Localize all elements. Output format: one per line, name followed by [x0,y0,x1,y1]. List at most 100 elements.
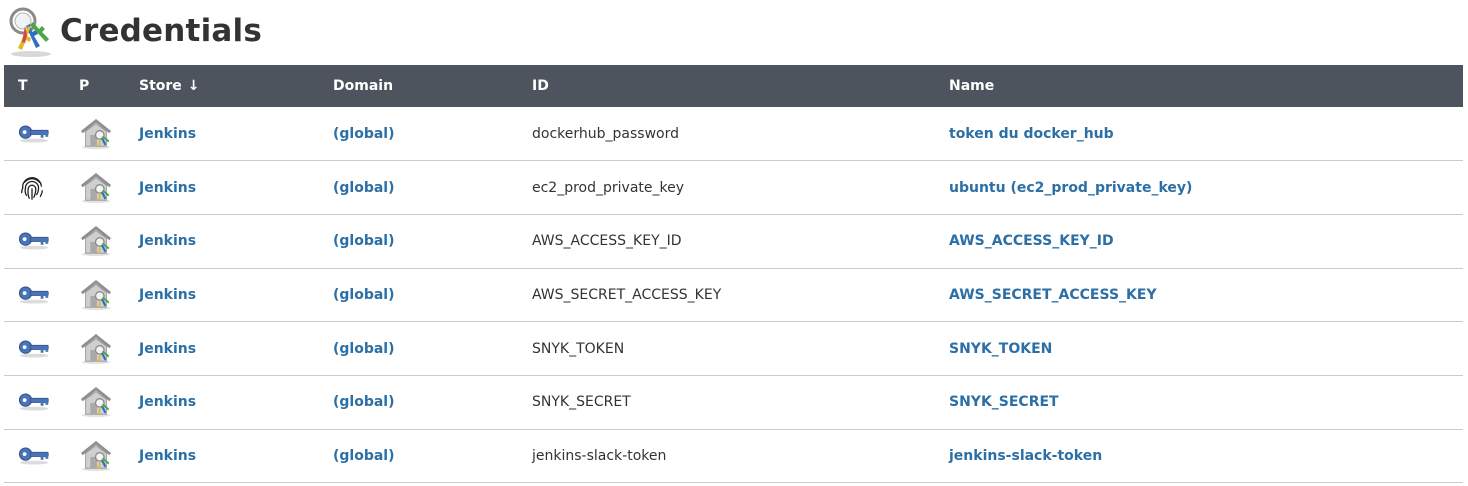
provider-cell [79,268,139,322]
domain-link[interactable]: (global) [333,233,395,249]
credential-name-link[interactable]: ubuntu (ec2_prod_private_key) [949,180,1192,196]
name-cell: ubuntu (ec2_prod_private_key) [949,161,1463,215]
store-link[interactable]: Jenkins [139,448,196,464]
credential-name-link[interactable]: token du docker_hub [949,126,1114,142]
table-row: Jenkins (global) jenkins-slack-token jenkin… [4,429,1463,483]
domain-cell: (global) [333,375,532,429]
provider-cell [79,214,139,268]
id-cell: SNYK_SECRET [532,375,949,429]
jenkins-store-icon [79,332,139,366]
name-cell: jenkins-slack-token [949,429,1463,483]
name-cell: token du docker_hub [949,107,1463,161]
id-cell: SNYK_TOKEN [532,322,949,376]
domain-cell: (global) [333,214,532,268]
type-cell [4,214,79,268]
type-cell [4,161,79,215]
store-cell: Jenkins [139,107,333,161]
key-icon [18,124,79,144]
domain-cell: (global) [333,322,532,376]
domain-cell: (global) [333,107,532,161]
key-icon [18,285,79,305]
store-link[interactable]: Jenkins [139,394,196,410]
id-cell: jenkins-slack-token [532,429,949,483]
credential-id: SNYK_SECRET [532,394,631,411]
jenkins-store-icon [79,278,139,312]
column-header-domain[interactable]: Domain [333,65,532,107]
column-header-store-label: Store [139,78,182,94]
table-row: Jenkins (global) ec2_prod_private_key ubunt… [4,161,1463,215]
type-cell [4,375,79,429]
credential-id: ec2_prod_private_key [532,179,685,196]
store-link[interactable]: Jenkins [139,180,196,196]
type-cell [4,107,79,161]
column-header-store[interactable]: Store ↓ [139,65,333,107]
domain-link[interactable]: (global) [333,448,395,464]
table-row: Jenkins (global) SNYK_TOKEN SNYK_TOKEN [4,322,1463,376]
credential-id: jenkins-slack-token [532,447,667,464]
name-cell: AWS_ACCESS_KEY_ID [949,214,1463,268]
column-header-provider[interactable]: P [79,65,139,107]
id-cell: dockerhub_password [532,107,949,161]
provider-cell [79,429,139,483]
page-title: Credentials [60,13,262,49]
domain-link[interactable]: (global) [333,341,395,357]
column-header-type[interactable]: T [4,65,79,107]
page-header: Credentials [6,0,262,62]
credential-name-link[interactable]: SNYK_SECRET [949,394,1059,410]
column-header-id[interactable]: ID [532,65,949,107]
table-row: Jenkins (global) AWS_SECRET_ACCESS_KEY AWS_… [4,268,1463,322]
credential-id: AWS_SECRET_ACCESS_KEY [532,286,722,303]
credential-name-link[interactable]: AWS_ACCESS_KEY_ID [949,233,1114,249]
name-cell: AWS_SECRET_ACCESS_KEY [949,268,1463,322]
store-link[interactable]: Jenkins [139,287,196,303]
credential-name-link[interactable]: AWS_SECRET_ACCESS_KEY [949,287,1157,303]
table-row: Jenkins (global) dockerhub_password token d… [4,107,1463,161]
jenkins-store-icon [79,439,139,473]
store-link[interactable]: Jenkins [139,126,196,142]
jenkins-store-icon [79,224,139,258]
fingerprint-icon [18,173,79,203]
id-cell: AWS_ACCESS_KEY_ID [532,214,949,268]
store-cell: Jenkins [139,375,333,429]
jenkins-store-icon [79,117,139,151]
key-icon [18,392,79,412]
store-cell: Jenkins [139,268,333,322]
domain-link[interactable]: (global) [333,287,395,303]
table-row: Jenkins (global) SNYK_SECRET SNYK_SECRET [4,375,1463,430]
name-cell: SNYK_TOKEN [949,322,1463,376]
domain-cell: (global) [333,429,532,483]
store-cell: Jenkins [139,429,333,483]
domain-link[interactable]: (global) [333,180,395,196]
domain-cell: (global) [333,268,532,322]
type-cell [4,429,79,483]
name-cell: SNYK_SECRET [949,375,1463,429]
provider-cell [79,322,139,376]
provider-cell [79,375,139,429]
store-link[interactable]: Jenkins [139,233,196,249]
domain-link[interactable]: (global) [333,126,395,142]
store-cell: Jenkins [139,161,333,215]
id-cell: ec2_prod_private_key [532,161,949,215]
store-cell: Jenkins [139,322,333,376]
key-icon [18,231,79,251]
jenkins-store-icon [79,385,139,419]
store-link[interactable]: Jenkins [139,341,196,357]
id-cell: AWS_SECRET_ACCESS_KEY [532,268,949,322]
key-icon [18,446,79,466]
credential-id: SNYK_TOKEN [532,340,625,357]
jenkins-store-icon [79,171,139,205]
key-icon [18,339,79,359]
type-cell [4,268,79,322]
domain-link[interactable]: (global) [333,394,395,410]
table-header-row: T P Store ↓ Domain ID Name [4,65,1463,107]
credentials-table: T P Store ↓ Domain ID Name Jenkins (global… [4,65,1463,483]
store-cell: Jenkins [139,214,333,268]
credential-name-link[interactable]: jenkins-slack-token [949,448,1102,464]
table-row: Jenkins (global) AWS_ACCESS_KEY_ID AWS_ACCE… [4,214,1463,269]
credential-id: dockerhub_password [532,125,679,142]
credential-name-link[interactable]: SNYK_TOKEN [949,341,1052,357]
domain-cell: (global) [333,161,532,215]
sort-descending-icon: ↓ [187,78,200,94]
provider-cell [79,161,139,215]
column-header-name[interactable]: Name [949,65,1463,107]
